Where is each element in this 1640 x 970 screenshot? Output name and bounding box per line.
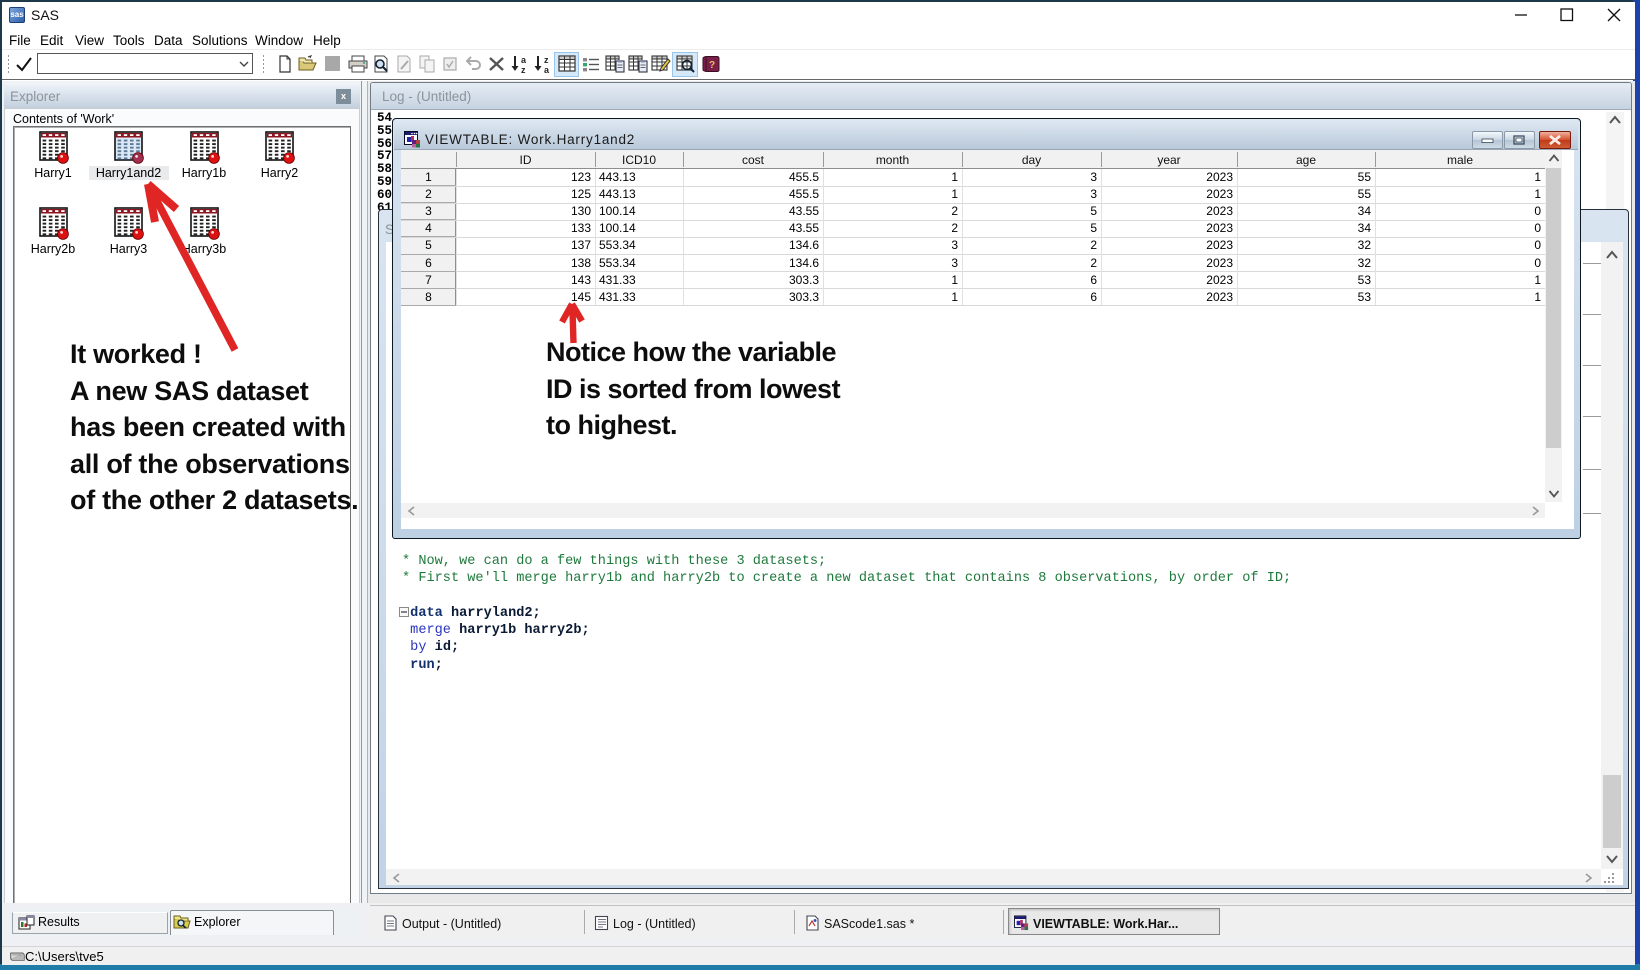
svg-text:?: ? (709, 60, 715, 71)
svg-text:z: z (521, 65, 526, 74)
svg-text:a: a (544, 65, 550, 74)
svg-text:z: z (544, 55, 549, 65)
svg-text:a: a (521, 55, 527, 65)
